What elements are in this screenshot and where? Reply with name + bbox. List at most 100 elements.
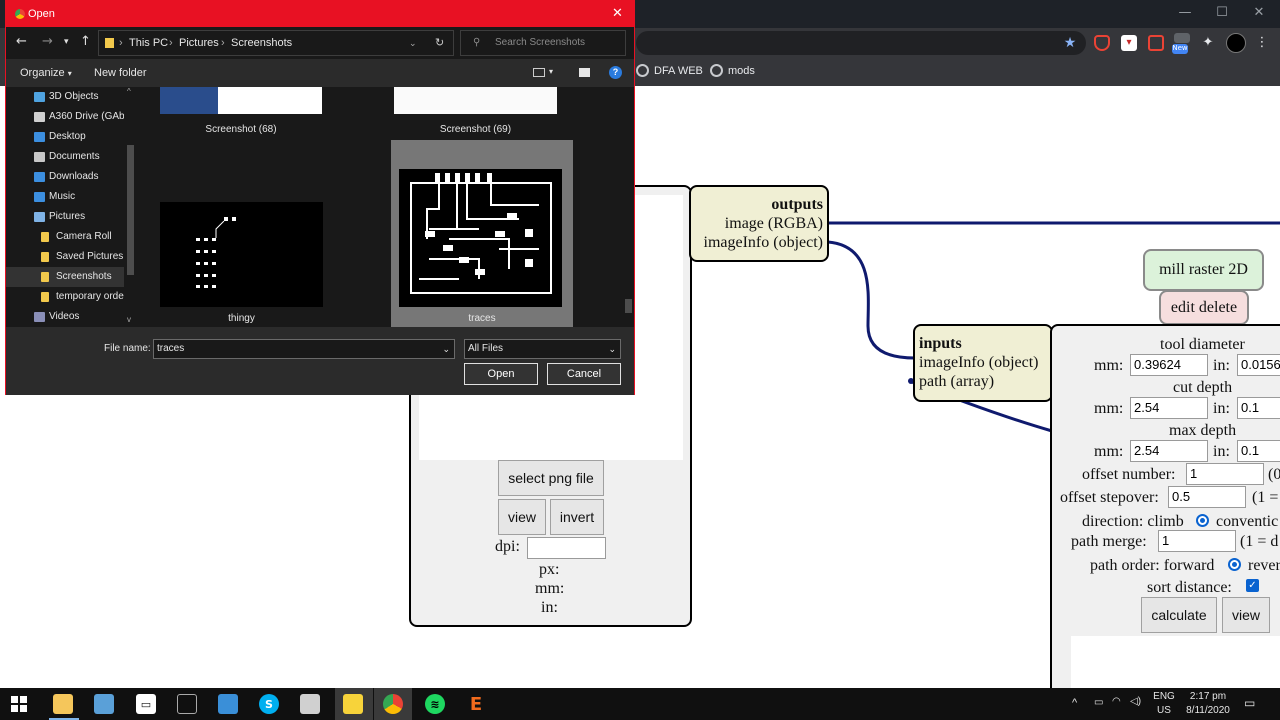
address-breadcrumb[interactable]: › This PC › Pictures › Screenshots ⌄ ↻ — [98, 30, 454, 56]
chevron-down-icon[interactable]: ⌄ — [409, 31, 417, 55]
windows-start-icon[interactable] — [9, 694, 29, 714]
skype-icon[interactable]: S — [259, 694, 279, 714]
view-options-icon[interactable] — [533, 68, 545, 77]
tool-diameter-in-input[interactable]: 0.0156 — [1237, 354, 1280, 376]
breadcrumb-screenshots[interactable]: Screenshots — [231, 31, 292, 55]
outputs-node[interactable]: outputs image (RGBA) imageInfo (object) — [689, 185, 829, 262]
maximize-icon[interactable]: ☐ — [1207, 4, 1237, 22]
input-region[interactable]: US — [1152, 705, 1176, 716]
file-item-traces-selected[interactable]: traces — [391, 140, 573, 327]
select-png-button[interactable]: select png file — [498, 460, 604, 496]
clock-time[interactable]: 2:17 pm — [1180, 691, 1236, 702]
mill-raster-title[interactable]: mill raster 2D — [1143, 249, 1264, 291]
scroll-down-icon[interactable]: v — [127, 315, 131, 324]
chevron-down-icon[interactable]: ⌄ — [442, 340, 450, 358]
wifi-icon[interactable]: ◠ — [1112, 696, 1121, 707]
thumbnail-screenshot-68[interactable] — [160, 87, 322, 114]
bookmark-star-icon[interactable]: ★ — [1062, 35, 1078, 51]
nav-documents[interactable]: Documents — [6, 147, 124, 167]
chevron-down-icon[interactable]: ▾ — [549, 67, 553, 76]
file-explorer-icon[interactable] — [53, 694, 73, 714]
record-extension-icon[interactable] — [1148, 35, 1164, 51]
sort-distance-checkbox[interactable]: ✓ — [1246, 579, 1259, 592]
clock-date[interactable]: 8/11/2020 — [1180, 705, 1236, 716]
terminal-icon[interactable] — [177, 694, 197, 714]
nav-desktop[interactable]: Desktop — [6, 127, 124, 147]
input-imageinfo[interactable]: imageInfo (object) — [919, 353, 1051, 372]
inputs-node[interactable]: inputs imageInfo (object) path (array) — [913, 324, 1053, 402]
pocket-extension-icon[interactable]: ▾ — [1121, 35, 1137, 51]
chrome-icon[interactable] — [383, 694, 403, 714]
tray-chevron-icon[interactable]: ^ — [1072, 697, 1077, 709]
nav-3d-objects[interactable]: 3D Objects — [6, 87, 124, 107]
file-label-screenshot-68[interactable]: Screenshot (68) — [160, 124, 322, 135]
offset-number-input[interactable]: 1 — [1186, 463, 1264, 485]
file-label-screenshot-69[interactable]: Screenshot (69) — [394, 124, 557, 135]
output-image[interactable]: image (RGBA) — [691, 214, 823, 233]
refresh-icon[interactable]: ↻ — [435, 31, 444, 55]
extensions-puzzle-icon[interactable]: ✦ — [1200, 35, 1216, 51]
battery-icon[interactable]: ▭ — [1094, 697, 1103, 708]
volume-icon[interactable]: ◁) — [1130, 696, 1141, 707]
back-arrow-icon[interactable]: ← — [16, 34, 27, 49]
eagle-icon[interactable]: E — [466, 694, 486, 715]
address-bar[interactable] — [636, 31, 1086, 55]
bookmark-dfa-web[interactable]: DFA WEB — [636, 64, 703, 77]
content-scroll-thumb[interactable] — [625, 299, 632, 313]
file-type-select[interactable]: All Files ⌄ — [464, 339, 621, 359]
chat-app-icon[interactable]: ▭ — [136, 694, 156, 714]
offset-stepover-input[interactable]: 0.5 — [1168, 486, 1246, 508]
new-folder-button[interactable]: New folder — [94, 67, 147, 79]
breadcrumb-pictures[interactable]: Pictures — [179, 31, 219, 55]
minimize-icon[interactable]: — — [1170, 4, 1200, 22]
breadcrumb-this-pc[interactable]: This PC — [129, 31, 168, 55]
cut-depth-mm-input[interactable]: 2.54 — [1130, 397, 1208, 419]
close-window-icon[interactable]: ✕ — [1244, 4, 1274, 22]
path-merge-input[interactable]: 1 — [1158, 530, 1236, 552]
chevron-down-icon[interactable]: ⌄ — [608, 340, 616, 358]
notifications-icon[interactable]: ▭ — [1244, 696, 1255, 710]
nav-screenshots[interactable]: Screenshots — [6, 267, 124, 287]
preview-pane-icon[interactable] — [579, 68, 590, 77]
dpi-input[interactable] — [527, 537, 606, 559]
nav-temporary-orders[interactable]: temporary orde — [6, 287, 124, 307]
forward-arrow-icon[interactable]: → — [42, 34, 53, 49]
tool-diameter-mm-input[interactable]: 0.39624 — [1130, 354, 1208, 376]
file-label-thingy[interactable]: thingy — [160, 313, 323, 324]
search-input[interactable]: ⚲ Search Screenshots — [460, 30, 626, 56]
remote-desktop-icon[interactable] — [218, 694, 238, 714]
thumbnail-screenshot-69[interactable] — [394, 87, 557, 114]
file-name-input[interactable]: traces ⌄ — [153, 339, 455, 359]
menu-dots-icon[interactable]: ⋮ — [1254, 35, 1270, 51]
nav-videos[interactable]: Videos — [6, 307, 124, 327]
cancel-button[interactable]: Cancel — [547, 363, 621, 385]
app-icon[interactable] — [300, 694, 320, 714]
nav-scroll-thumb[interactable] — [127, 145, 134, 275]
max-depth-in-input[interactable]: 0.1 — [1237, 440, 1280, 462]
sticky-notes-icon[interactable] — [343, 694, 363, 714]
nav-saved-pictures[interactable]: Saved Pictures — [6, 247, 124, 267]
nav-camera-roll[interactable]: Camera Roll — [6, 227, 124, 247]
recent-chevron-icon[interactable]: ▾ — [64, 37, 69, 47]
nav-downloads[interactable]: Downloads — [6, 167, 124, 187]
shield-extension-icon[interactable] — [1094, 35, 1110, 51]
climb-radio[interactable] — [1196, 514, 1209, 527]
nav-pictures[interactable]: Pictures — [6, 207, 124, 227]
calculate-button[interactable]: calculate — [1141, 597, 1217, 633]
nav-a360-drive[interactable]: A360 Drive (GAb — [6, 107, 124, 127]
max-depth-mm-input[interactable]: 2.54 — [1130, 440, 1208, 462]
open-button[interactable]: Open — [464, 363, 538, 385]
forward-radio[interactable] — [1228, 558, 1241, 571]
input-path[interactable]: path (array) — [919, 372, 1051, 391]
view-button[interactable]: view — [498, 499, 546, 535]
up-arrow-icon[interactable]: ↑ — [80, 34, 91, 49]
help-icon[interactable]: ? — [609, 66, 622, 79]
cut-depth-in-input[interactable]: 0.1 — [1237, 397, 1280, 419]
bookmark-mods[interactable]: mods — [710, 64, 755, 77]
avatar[interactable] — [1226, 33, 1246, 53]
thumbnail-thingy[interactable] — [160, 202, 323, 307]
organize-menu[interactable]: Organize ▾ — [20, 67, 72, 79]
nav-scrollbar[interactable]: ^ v — [125, 87, 136, 327]
spotify-icon[interactable]: ≋ — [425, 694, 445, 714]
input-language[interactable]: ENG — [1152, 691, 1176, 702]
